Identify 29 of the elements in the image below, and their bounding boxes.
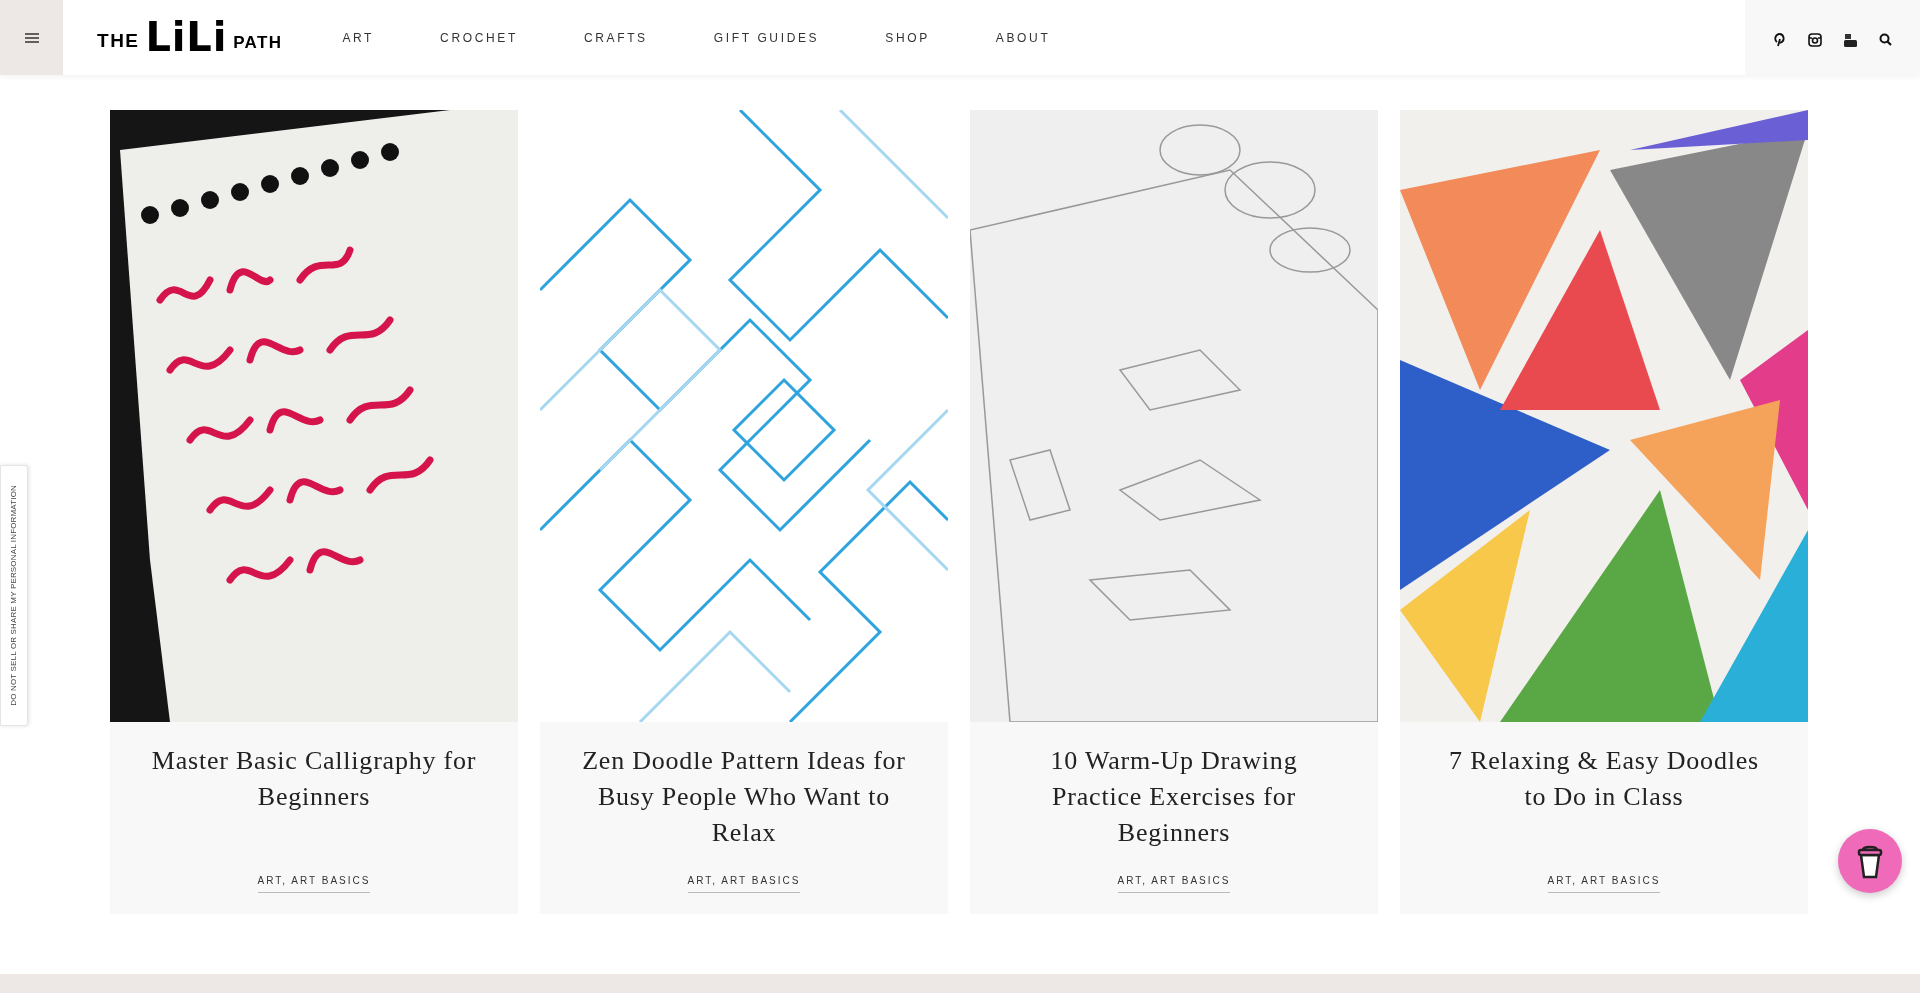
nav-link[interactable]: CRAFTS (583, 28, 648, 47)
menu-icon (24, 32, 39, 43)
post-card[interactable]: Master Basic Calligraphy for Beginners ART, ART BASICS (110, 110, 518, 914)
pinterest-icon[interactable] (1773, 32, 1786, 47)
category-link[interactable]: ART, ART BASICS (1117, 873, 1231, 893)
category-link[interactable]: ART, ART BASICS (257, 873, 371, 893)
category-link[interactable]: ART, ART BASICS (1547, 873, 1661, 893)
nav-link[interactable]: GIFT GUIDES (713, 28, 820, 47)
instagram-icon[interactable] (1807, 32, 1822, 47)
category-link[interactable]: ART, ART BASICS (687, 873, 801, 893)
side-tab[interactable]: DO NOT SELL OR SHARE MY PERSONAL INFORMATION (0, 465, 28, 726)
post-title[interactable]: Zen Doodle Pattern Ideas for Busy People Who Want to Relax (540, 743, 948, 863)
nav-link[interactable]: SHOP (885, 28, 930, 47)
post-card[interactable]: 10 Warm-Up Drawing Practice Exercises for Beginners ART, ART BASICS (970, 110, 1378, 914)
logo-text[interactable]: THE (97, 26, 140, 55)
nav-link[interactable]: ART (342, 28, 375, 47)
post-card[interactable]: Zen Doodle Pattern Ideas for Busy People Who Want to Relax ART, ART BASICS (540, 110, 948, 914)
cup-icon (1857, 843, 1883, 879)
coffee-cup-button[interactable] (1838, 829, 1902, 893)
post-card[interactable]: 7 Relaxing & Easy Doodles to Do in Class ART, ART BASICS (1400, 110, 1808, 914)
post-title[interactable]: 7 Relaxing & Easy Doodles to Do in Class (1400, 743, 1808, 863)
nav-link[interactable]: CROCHET (440, 28, 518, 47)
post-title[interactable]: 10 Warm-Up Drawing Practice Exercises for Beginners (970, 743, 1378, 863)
privacy-link: DO NOT SELL OR SHARE MY PERSONAL INFORMATION (8, 485, 19, 706)
search-icon[interactable] (1878, 33, 1892, 46)
nav-link[interactable]: ABOUT (995, 28, 1051, 47)
logo-text[interactable]: PATH (233, 29, 283, 55)
post-title[interactable]: Master Basic Calligraphy for Beginners (110, 743, 518, 863)
logo-text[interactable]: LiLi (145, 19, 228, 55)
